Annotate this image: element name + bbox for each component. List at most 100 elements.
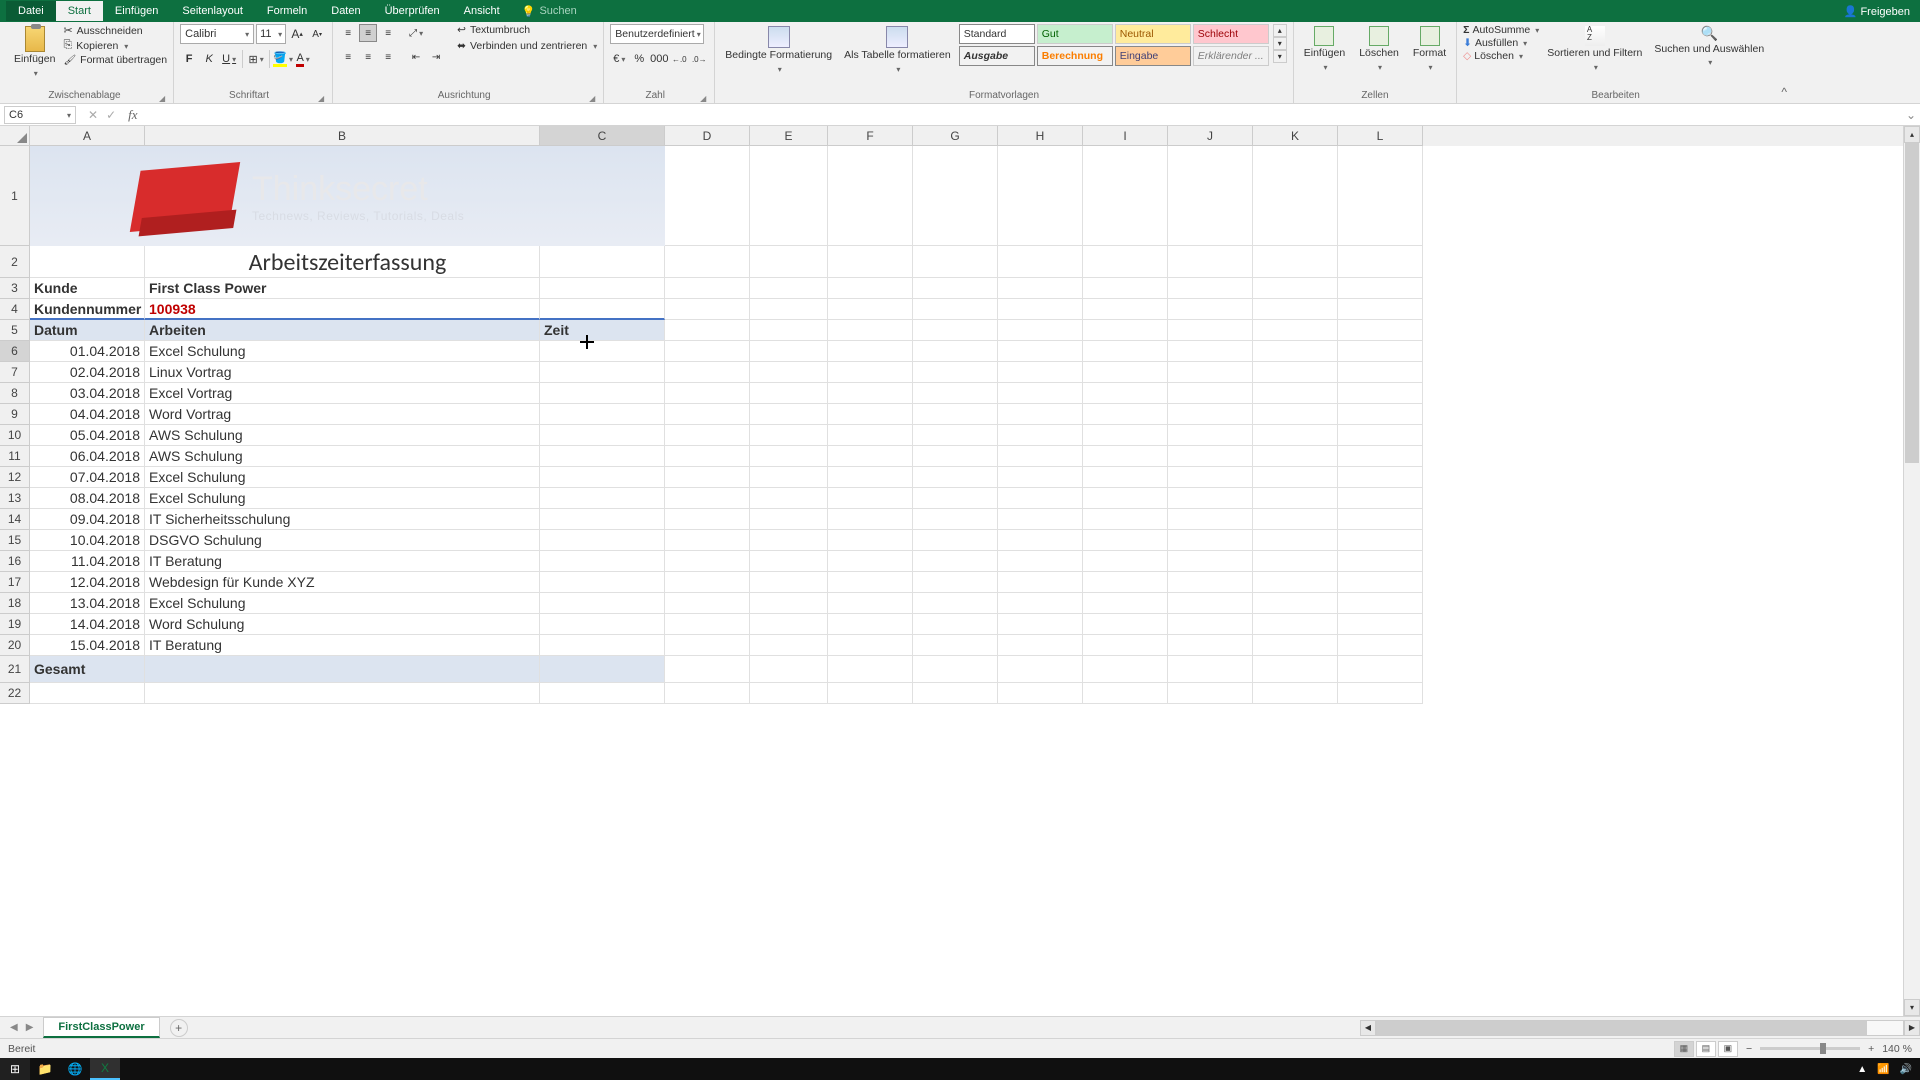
cell[interactable] xyxy=(1168,551,1253,572)
cell[interactable] xyxy=(750,572,828,593)
cell[interactable] xyxy=(665,683,750,704)
cell[interactable] xyxy=(750,404,828,425)
cell[interactable] xyxy=(1253,635,1338,656)
hscroll-thumb[interactable] xyxy=(1377,1021,1867,1035)
cell[interactable] xyxy=(750,446,828,467)
cell[interactable]: 01.04.2018 xyxy=(30,341,145,362)
cell[interactable] xyxy=(1253,362,1338,383)
row-header-8[interactable]: 8 xyxy=(0,383,30,404)
cell[interactable] xyxy=(828,278,913,299)
cell[interactable] xyxy=(540,683,665,704)
cell[interactable] xyxy=(998,572,1083,593)
cell[interactable] xyxy=(1338,467,1423,488)
cell[interactable] xyxy=(1168,278,1253,299)
scroll-up-button[interactable]: ▴ xyxy=(1904,126,1920,143)
cell[interactable] xyxy=(828,488,913,509)
cell[interactable] xyxy=(665,383,750,404)
merge-center-button[interactable]: ⬌Verbinden und zentrieren xyxy=(457,40,597,52)
tray-up-icon[interactable]: ▲ xyxy=(1857,1064,1867,1075)
cell[interactable] xyxy=(540,383,665,404)
cell[interactable] xyxy=(1168,614,1253,635)
collapse-ribbon-button[interactable]: ^ xyxy=(1774,22,1794,103)
cell[interactable] xyxy=(1168,425,1253,446)
underline-button[interactable]: U xyxy=(220,50,238,68)
tab-pagelayout[interactable]: Seitenlayout xyxy=(170,1,255,21)
cell[interactable]: 12.04.2018 xyxy=(30,572,145,593)
cell[interactable]: Word Vortrag xyxy=(145,404,540,425)
cell[interactable] xyxy=(1253,341,1338,362)
cell[interactable] xyxy=(1083,593,1168,614)
cell[interactable] xyxy=(913,593,998,614)
orientation-button[interactable]: ⤢ xyxy=(407,24,425,42)
cell[interactable] xyxy=(540,509,665,530)
sheet-tab-active[interactable]: FirstClassPower xyxy=(43,1017,159,1038)
cell[interactable] xyxy=(1253,593,1338,614)
cell[interactable] xyxy=(1338,551,1423,572)
cell[interactable] xyxy=(540,551,665,572)
cell[interactable]: 100938 xyxy=(145,299,540,320)
cell[interactable] xyxy=(913,404,998,425)
style-neutral[interactable]: Neutral xyxy=(1115,24,1191,44)
row-header-5[interactable]: 5 xyxy=(0,320,30,341)
format-as-table-button[interactable]: Als Tabelle formatieren xyxy=(840,24,955,77)
cell[interactable] xyxy=(750,299,828,320)
tray-volume-icon[interactable]: 🔊 xyxy=(1900,1064,1912,1075)
cell[interactable] xyxy=(540,467,665,488)
border-button[interactable]: ⊞ xyxy=(247,50,265,68)
cell[interactable] xyxy=(1168,404,1253,425)
cut-button[interactable]: Ausschneiden xyxy=(63,24,167,37)
clear-button[interactable]: Löschen xyxy=(1463,50,1539,62)
insert-cells-button[interactable]: Einfügen xyxy=(1300,24,1349,75)
cell[interactable] xyxy=(913,425,998,446)
cell[interactable] xyxy=(998,683,1083,704)
cell[interactable]: Excel Schulung xyxy=(145,488,540,509)
cell[interactable] xyxy=(1168,446,1253,467)
sheet-nav-next[interactable]: ▶ xyxy=(26,1022,34,1033)
cell[interactable] xyxy=(540,530,665,551)
cell[interactable] xyxy=(913,551,998,572)
fill-color-button[interactable]: 🪣 xyxy=(274,50,292,68)
cell[interactable] xyxy=(1338,446,1423,467)
cell[interactable] xyxy=(665,320,750,341)
select-all-button[interactable] xyxy=(0,126,30,146)
row-header-22[interactable]: 22 xyxy=(0,683,30,704)
bold-button[interactable]: F xyxy=(180,50,198,68)
column-header-I[interactable]: I xyxy=(1083,126,1168,146)
cell[interactable] xyxy=(750,488,828,509)
cell[interactable] xyxy=(665,551,750,572)
align-bottom-button[interactable]: ≡ xyxy=(379,24,397,42)
row-header-19[interactable]: 19 xyxy=(0,614,30,635)
cell[interactable]: IT Beratung xyxy=(145,551,540,572)
cell[interactable]: Zeit xyxy=(540,320,665,341)
cells-area[interactable]: ThinksecretTechnews, Reviews, Tutorials,… xyxy=(30,146,1903,1016)
column-header-D[interactable]: D xyxy=(665,126,750,146)
cell[interactable]: 03.04.2018 xyxy=(30,383,145,404)
cell[interactable] xyxy=(1338,530,1423,551)
task-explorer[interactable]: 📁 xyxy=(30,1058,60,1080)
cell[interactable] xyxy=(665,593,750,614)
cell[interactable] xyxy=(665,146,750,246)
alignment-dialog-launcher[interactable]: ◢ xyxy=(589,94,597,103)
cell[interactable] xyxy=(665,509,750,530)
cell[interactable] xyxy=(540,404,665,425)
decrease-indent-button[interactable]: ⇤ xyxy=(407,48,425,66)
cell[interactable] xyxy=(1253,488,1338,509)
cell[interactable] xyxy=(1083,488,1168,509)
cell[interactable] xyxy=(998,146,1083,246)
cell[interactable] xyxy=(1253,446,1338,467)
cell[interactable] xyxy=(750,656,828,683)
cell[interactable]: 11.04.2018 xyxy=(30,551,145,572)
cell[interactable] xyxy=(1253,551,1338,572)
cell[interactable] xyxy=(1083,572,1168,593)
cell[interactable] xyxy=(913,635,998,656)
cell[interactable] xyxy=(750,683,828,704)
cell[interactable]: 09.04.2018 xyxy=(30,509,145,530)
cell[interactable]: Webdesign für Kunde XYZ xyxy=(145,572,540,593)
cell[interactable] xyxy=(750,278,828,299)
cell[interactable] xyxy=(913,320,998,341)
increase-decimal-button[interactable]: ←.0 xyxy=(670,50,688,68)
cell[interactable] xyxy=(913,614,998,635)
cell[interactable] xyxy=(1083,383,1168,404)
cell[interactable] xyxy=(998,320,1083,341)
cell[interactable] xyxy=(750,635,828,656)
